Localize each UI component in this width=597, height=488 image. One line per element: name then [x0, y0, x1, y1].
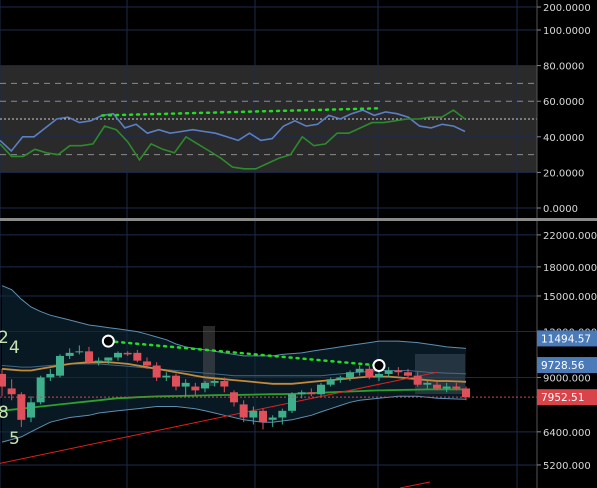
candle-body [27, 402, 35, 418]
osc-tick-label: 200.0000 [543, 3, 591, 14]
candle-body [249, 410, 258, 418]
price-tick-label: 22000.000 [543, 231, 597, 242]
candle-body [365, 368, 374, 378]
osc-tick-label: 0.0000 [543, 204, 578, 215]
candle-body [191, 386, 200, 391]
wave-label: 2 [0, 328, 9, 348]
price-tick-label: 6400.000 [543, 428, 591, 439]
candle-body [162, 375, 171, 378]
osc-tick-label: 80.0000 [543, 62, 584, 73]
candle-body [220, 381, 229, 387]
candle-body [201, 382, 209, 389]
candle-body [355, 368, 364, 373]
candle-body [297, 392, 306, 395]
wave-label: 5 [9, 429, 20, 449]
candle-body [56, 355, 64, 376]
candle-body [104, 357, 113, 361]
candle-body [65, 352, 74, 356]
candle-body [462, 388, 470, 398]
candle-body [326, 379, 335, 385]
candle-body [114, 352, 122, 358]
price-tick-label: 5200.000 [543, 461, 591, 472]
candle-body [452, 386, 461, 389]
wave-label: 8 [0, 403, 9, 423]
candle-body [0, 373, 6, 387]
wave-label: 4 [9, 338, 20, 358]
candle-body [278, 410, 287, 418]
candle-body [7, 388, 16, 395]
candle-body [17, 394, 26, 420]
price-tick-label: 9000.000 [543, 373, 591, 384]
candle-body [259, 410, 267, 423]
candle-body [346, 372, 354, 378]
candle-body [123, 352, 132, 355]
candle-body [394, 370, 403, 373]
price-y-axis: 22000.00018000.00015000.00012000.0009000… [536, 221, 597, 488]
oscillator-panel[interactable] [0, 0, 537, 218]
candle-body [85, 351, 93, 363]
candle-body [336, 377, 345, 380]
price-label-text: 9728.56 [541, 360, 585, 372]
price-tick-label: 18000.000 [543, 263, 597, 274]
candle-body [413, 375, 422, 385]
price-tick-label: 15000.000 [543, 292, 597, 303]
candle-body [152, 365, 161, 378]
candle-body [423, 382, 432, 385]
candle-body [375, 373, 383, 378]
candle-body [210, 381, 219, 383]
candle-body [75, 351, 84, 353]
candle-body [404, 372, 412, 376]
candle-body [181, 382, 190, 387]
chart-canvas: 200.0000100.000080.000060.000040.000020.… [0, 0, 597, 488]
price-label-text: 7952.51 [541, 392, 584, 404]
price-label-text: 11494.57 [541, 333, 591, 345]
candle-body [36, 377, 45, 403]
candle-body [46, 373, 55, 378]
price-panel[interactable]: 2 4 85 [0, 221, 537, 488]
osc-tick-label: 20.0000 [543, 168, 584, 179]
candle-body [172, 375, 180, 387]
candle-body [143, 361, 151, 366]
candle-body [307, 392, 316, 395]
panel-separator[interactable] [0, 218, 597, 221]
candle-body [133, 352, 142, 361]
candle-body [442, 386, 451, 389]
candle-body [384, 370, 393, 374]
candle-body [433, 384, 441, 389]
candle-body [268, 417, 277, 420]
osc-tick-label: 60.0000 [543, 97, 584, 108]
candle-body [239, 404, 248, 418]
price-labels: 11494.57 9728.56 7952.51 [537, 330, 597, 406]
osc-tick-label: 100.0000 [543, 26, 591, 37]
oscillator-y-axis: 200.0000 100.0000 80.0000 60.0000 40.0000 20.… [536, 0, 597, 218]
pivot-marker [101, 334, 115, 348]
candle-body [317, 384, 325, 395]
candle-body [94, 360, 103, 363]
pivot-marker [372, 358, 386, 372]
osc-tick-label: 40.0000 [543, 133, 584, 144]
price-axis-background [537, 221, 597, 488]
